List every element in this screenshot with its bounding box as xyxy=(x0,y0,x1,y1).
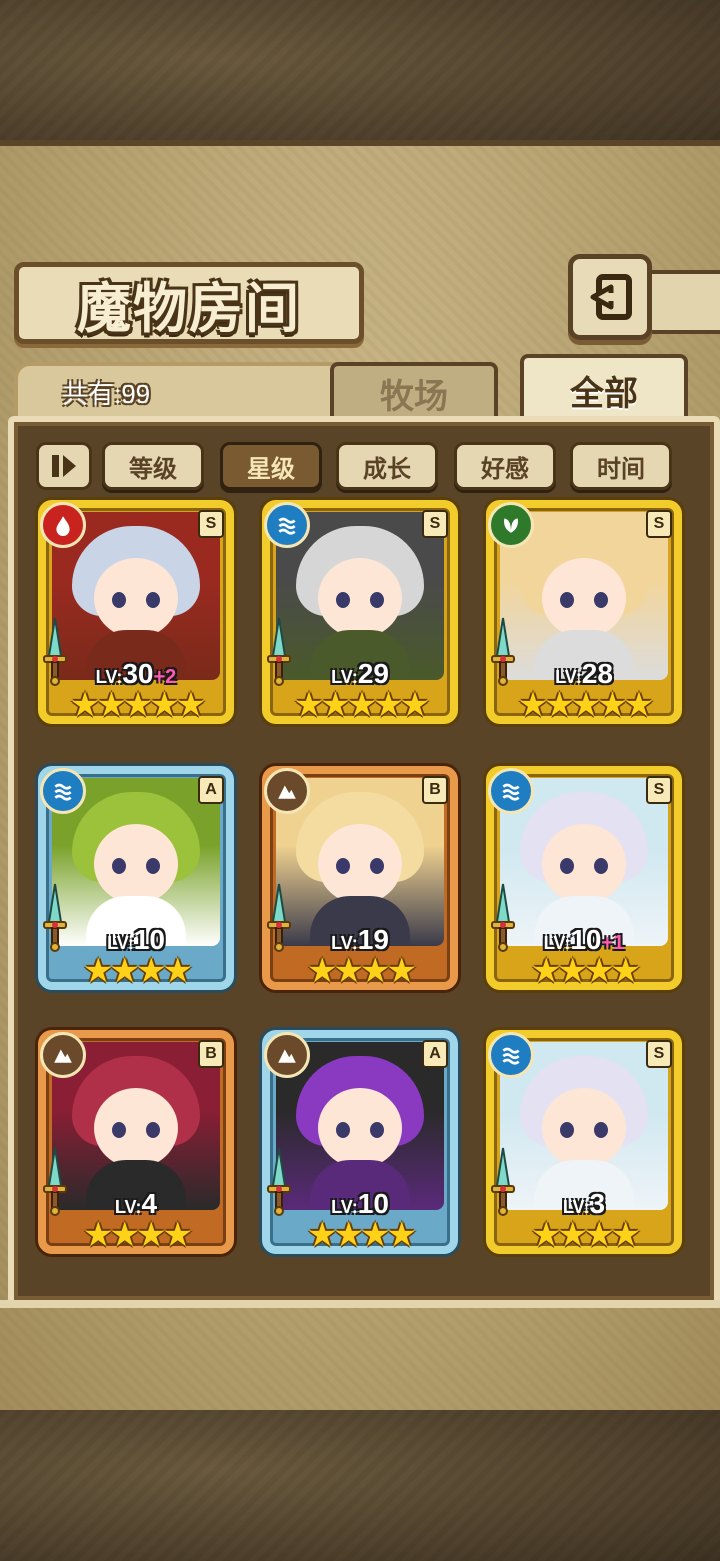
portrait-face xyxy=(542,1088,626,1168)
monster-card[interactable]: A LV:10 ★★★★ xyxy=(262,1030,458,1254)
star-rating: ★★★★★ xyxy=(517,685,654,725)
star-rating: ★★★★ xyxy=(307,1215,417,1255)
portrait-face xyxy=(94,824,178,904)
rank-badge: A xyxy=(422,1040,448,1068)
portrait-eye xyxy=(336,858,350,874)
sort-level-button[interactable]: 等级 xyxy=(102,442,204,490)
lv-prefix: LV: xyxy=(562,1197,590,1217)
star-rating: ★★★★★ xyxy=(69,685,206,725)
bottom-map-background xyxy=(0,1410,720,1561)
lv-prefix: LV: xyxy=(331,1197,358,1217)
rank-badge: A xyxy=(198,776,224,804)
rank-badge: S xyxy=(646,776,672,804)
water-element-icon xyxy=(488,1032,534,1078)
lv-prefix: LV: xyxy=(107,933,134,953)
portrait-eye xyxy=(112,1122,126,1138)
rank-badge: B xyxy=(422,776,448,804)
portrait-face xyxy=(542,824,626,904)
star-rating: ★★★★ xyxy=(83,1215,193,1255)
portrait-face xyxy=(318,558,402,638)
star-rating: ★★★★★ xyxy=(293,685,430,725)
lv-prefix: LV: xyxy=(95,667,123,687)
portrait-eye xyxy=(112,592,126,608)
rank-badge: S xyxy=(646,1040,672,1068)
portrait-face xyxy=(318,824,402,904)
back-button[interactable] xyxy=(568,254,652,340)
water-element-icon xyxy=(488,768,534,814)
rank-badge: S xyxy=(422,510,448,538)
monster-count: 共有:99 xyxy=(62,379,151,409)
portrait-eye xyxy=(594,1122,608,1138)
portrait-eye xyxy=(336,592,350,608)
portrait-eye xyxy=(370,592,384,608)
lv-prefix: LV: xyxy=(555,667,582,687)
portrait-eye xyxy=(146,858,160,874)
sort-order-icon xyxy=(52,455,76,477)
portrait-eye xyxy=(560,1122,574,1138)
title-plate: 魔物房间 xyxy=(14,262,364,344)
rank-badge: B xyxy=(198,1040,224,1068)
tab-all[interactable]: 全部 xyxy=(520,354,688,422)
portrait-eye xyxy=(146,1122,160,1138)
earth-element-icon xyxy=(264,1032,310,1078)
fire-element-icon xyxy=(40,502,86,548)
tab-ranch[interactable]: 牧场 xyxy=(330,362,498,420)
star-rating: ★★★★ xyxy=(531,951,641,991)
portrait-eye xyxy=(560,592,574,608)
panel-divider xyxy=(0,1300,720,1308)
earth-element-icon xyxy=(264,768,310,814)
portrait-face xyxy=(94,558,178,638)
star-rating: ★★★★ xyxy=(83,951,193,991)
sort-time-button[interactable]: 时间 xyxy=(570,442,672,490)
star-rating: ★★★★ xyxy=(307,951,417,991)
monster-card[interactable]: S LV:29 ★★★★★ xyxy=(262,500,458,724)
earth-element-icon xyxy=(40,1032,86,1078)
lv-prefix: LV: xyxy=(331,933,358,953)
portrait-face xyxy=(542,558,626,638)
monster-card[interactable]: B LV:19 ★★★★ xyxy=(262,766,458,990)
top-map-background xyxy=(0,0,720,150)
monster-card[interactable]: S LV:28 ★★★★★ xyxy=(486,500,682,724)
sort-growth-button[interactable]: 成长 xyxy=(336,442,438,490)
leaf-element-icon xyxy=(488,502,534,548)
portrait-eye xyxy=(146,592,160,608)
portrait-face xyxy=(94,1088,178,1168)
portrait-eye xyxy=(336,1122,350,1138)
star-rating: ★★★★ xyxy=(531,1215,641,1255)
portrait-eye xyxy=(370,1122,384,1138)
sort-order-toggle[interactable] xyxy=(36,442,92,490)
monster-card[interactable]: S LV:10+1 ★★★★ xyxy=(486,766,682,990)
portrait-eye xyxy=(112,858,126,874)
rank-badge: S xyxy=(646,510,672,538)
portrait-eye xyxy=(560,858,574,874)
portrait-face xyxy=(318,1088,402,1168)
lv-prefix: LV: xyxy=(331,667,358,687)
lv-prefix: LV: xyxy=(114,1197,142,1217)
sort-affection-button[interactable]: 好感 xyxy=(454,442,556,490)
page-title: 魔物房间 xyxy=(77,275,301,340)
monster-card[interactable]: A LV:10 ★★★★ xyxy=(38,766,234,990)
monster-card[interactable]: S LV:30+2 ★★★★★ xyxy=(38,500,234,724)
portrait-eye xyxy=(594,592,608,608)
lv-prefix: LV: xyxy=(543,933,571,953)
back-button-rail xyxy=(640,270,720,334)
rank-badge: S xyxy=(198,510,224,538)
sort-stars-button[interactable]: 星级 xyxy=(220,442,322,490)
portrait-eye xyxy=(370,858,384,874)
monster-card[interactable]: B LV:4 ★★★★ xyxy=(38,1030,234,1254)
water-element-icon xyxy=(264,502,310,548)
back-arrow-icon xyxy=(590,274,632,320)
portrait-eye xyxy=(594,858,608,874)
monster-card[interactable]: S LV:3 ★★★★ xyxy=(486,1030,682,1254)
water-element-icon xyxy=(40,768,86,814)
